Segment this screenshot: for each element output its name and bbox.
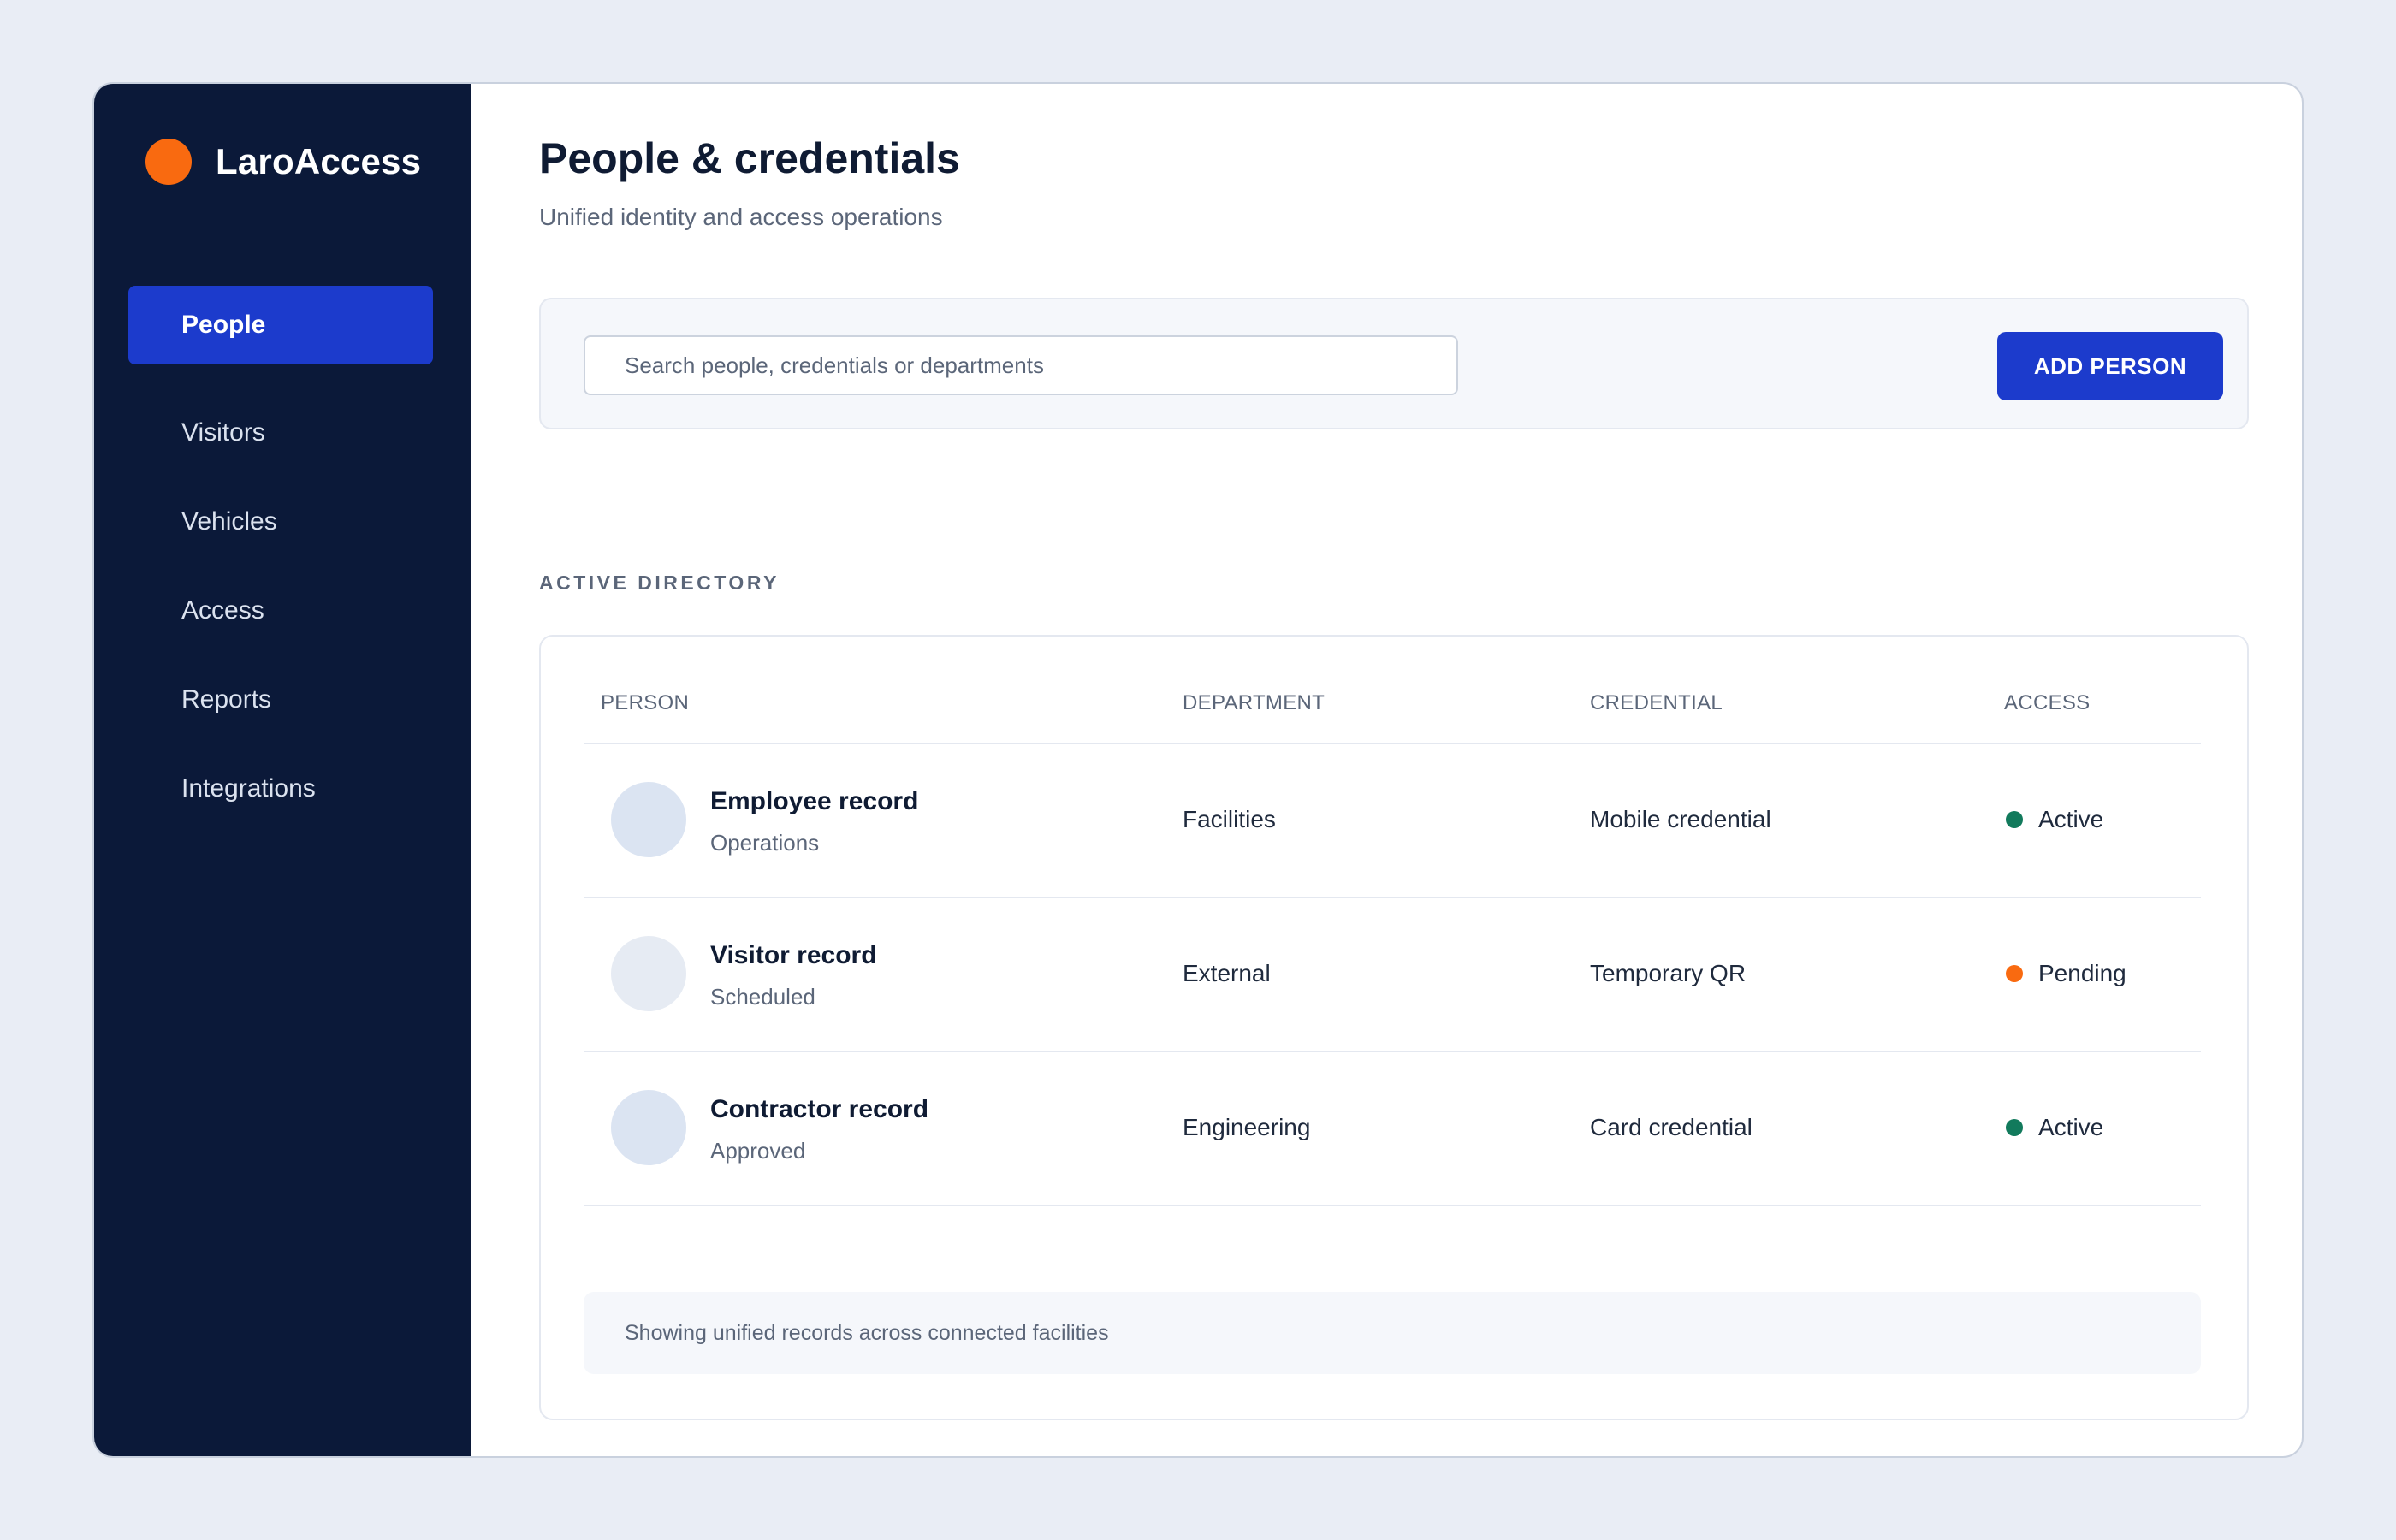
avatar xyxy=(611,936,686,1011)
status-label: Active xyxy=(2038,1114,2104,1140)
sidebar-item-reports[interactable]: Reports xyxy=(128,660,433,739)
status-badge: Active xyxy=(2006,1114,2103,1141)
credential-cell: Card credential xyxy=(1590,1114,1753,1140)
page-title: People & credentials xyxy=(539,134,960,182)
column-header-person: PERSON xyxy=(601,691,690,714)
credential-cell: Temporary QR xyxy=(1590,960,1747,986)
sidebar-item-visitors[interactable]: Visitors xyxy=(128,394,433,472)
status-dot-icon xyxy=(2006,965,2023,982)
directory-table: PERSON DEPARTMENT CREDENTIAL ACCESS Empl… xyxy=(584,637,2201,1206)
credential-cell: Mobile credential xyxy=(1590,806,1771,832)
status-dot-icon xyxy=(2006,1119,2023,1136)
app-window: LaroAccess People Visitors Vehicles Acce… xyxy=(92,82,2304,1458)
person-name: Employee record xyxy=(710,787,919,815)
search-input[interactable] xyxy=(584,335,1458,395)
column-header-credential: CREDENTIAL xyxy=(1590,691,1723,714)
department-cell: External xyxy=(1183,960,1271,986)
sidebar-item-label: Visitors xyxy=(181,418,265,447)
brand-name: LaroAccess xyxy=(216,141,422,181)
person-subtitle: Approved xyxy=(710,1138,806,1164)
sidebar-item-label: Integrations xyxy=(181,774,316,803)
sidebar-item-label: Access xyxy=(181,596,264,625)
department-cell: Facilities xyxy=(1183,806,1276,832)
sidebar-item-people[interactable]: People xyxy=(128,286,433,364)
sidebar-item-label: People xyxy=(181,311,266,339)
avatar xyxy=(611,1090,686,1165)
status-label: Pending xyxy=(2038,960,2126,986)
person-name: Contractor record xyxy=(710,1095,929,1123)
column-header-department: DEPARTMENT xyxy=(1183,691,1326,714)
status-dot-icon xyxy=(2006,811,2023,828)
add-person-button[interactable]: ADD PERSON xyxy=(1997,332,2223,400)
directory-footer-note: Showing unified records across connected… xyxy=(584,1292,2201,1374)
sidebar-item-access[interactable]: Access xyxy=(128,572,433,650)
table-row[interactable]: Contractor record Approved Engineering C… xyxy=(584,1052,2201,1206)
person-subtitle: Operations xyxy=(710,830,820,856)
person-subtitle: Scheduled xyxy=(710,984,815,1010)
brand-logo-icon xyxy=(145,139,192,185)
sidebar-item-vehicles[interactable]: Vehicles xyxy=(128,483,433,561)
directory-card: PERSON DEPARTMENT CREDENTIAL ACCESS Empl… xyxy=(539,635,2249,1420)
column-header-access: ACCESS xyxy=(2004,691,2091,714)
main-content: People & credentials Unified identity an… xyxy=(471,84,2302,1456)
status-label: Active xyxy=(2038,806,2104,832)
page-subtitle: Unified identity and access operations xyxy=(539,204,943,230)
sidebar: LaroAccess People Visitors Vehicles Acce… xyxy=(94,84,471,1456)
table-header: PERSON DEPARTMENT CREDENTIAL ACCESS xyxy=(584,637,2201,744)
sidebar-nav: People Visitors Vehicles Access Reports … xyxy=(128,286,433,828)
table-row[interactable]: Employee record Operations Facilities Mo… xyxy=(584,744,2201,898)
section-label: ACTIVE DIRECTORY xyxy=(539,572,780,594)
avatar xyxy=(611,782,686,857)
sidebar-item-integrations[interactable]: Integrations xyxy=(128,749,433,828)
brand: LaroAccess xyxy=(145,132,421,192)
sidebar-item-label: Reports xyxy=(181,685,272,714)
status-badge: Pending xyxy=(2006,960,2126,987)
person-name: Visitor record xyxy=(710,941,877,969)
status-badge: Active xyxy=(2006,806,2103,833)
sidebar-item-label: Vehicles xyxy=(181,507,277,536)
table-row[interactable]: Visitor record Scheduled External Tempor… xyxy=(584,898,2201,1052)
toolbar: ADD PERSON xyxy=(539,298,2249,429)
department-cell: Engineering xyxy=(1183,1114,1311,1140)
